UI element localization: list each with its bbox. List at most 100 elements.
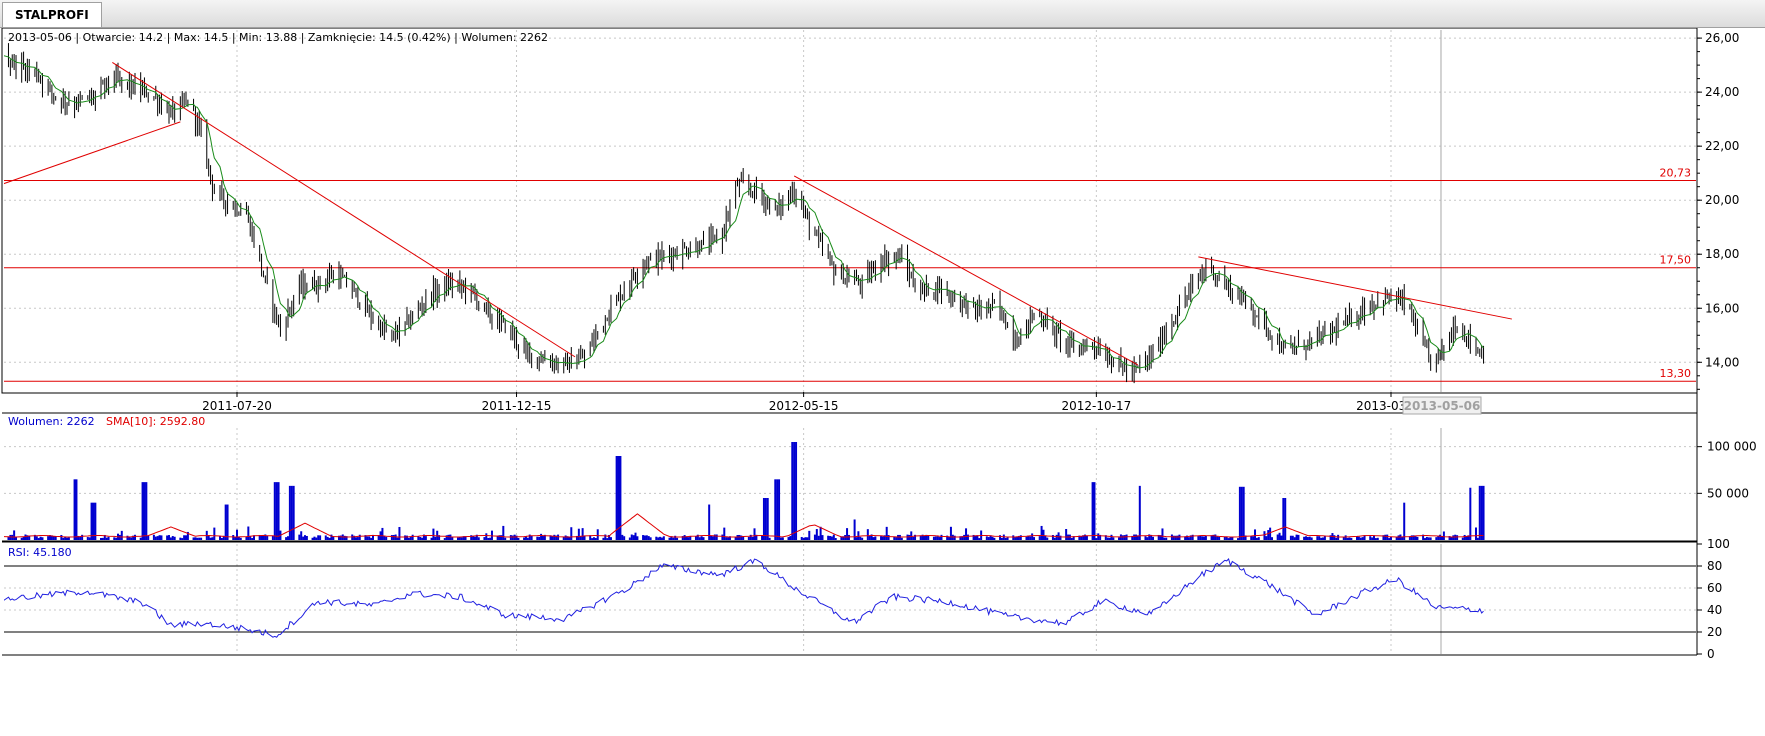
volume-bar (885, 526, 888, 540)
volume-bar (1238, 486, 1241, 540)
volume-bar (1291, 535, 1294, 540)
volume-bar (236, 529, 238, 540)
volume-bar (768, 537, 771, 540)
volume-bar (1161, 528, 1164, 540)
rsi-tick-label: 20 (1707, 625, 1722, 639)
volume-bar (965, 528, 968, 540)
volume-bar (708, 504, 711, 540)
volume-bar (1429, 537, 1432, 540)
volume-bar (152, 534, 155, 540)
volume-bar (711, 536, 714, 540)
volume-bar (39, 536, 42, 540)
volume-bar (530, 535, 533, 540)
volume-bar (405, 535, 408, 540)
x-tick-label: 2011-07-20 (202, 399, 272, 413)
volume-bar (196, 537, 199, 540)
volume-bar (551, 536, 554, 540)
volume-bar (404, 535, 407, 540)
volume-bar (1469, 487, 1472, 540)
volume-bar (430, 537, 433, 540)
volume-bar (1144, 536, 1147, 540)
volume-bar (985, 536, 988, 540)
volume-bar (1278, 532, 1281, 540)
volume-bar (224, 504, 227, 540)
volume-bar (298, 534, 301, 540)
volume-bar (115, 537, 118, 540)
volume-bar (328, 537, 331, 540)
x-tick-label: 2012-10-17 (1061, 399, 1131, 413)
rsi-tick-label: 40 (1707, 603, 1722, 617)
volume-bar (1214, 534, 1217, 540)
volume-bar (606, 538, 609, 540)
volume-bar (523, 537, 526, 540)
volume-bar (143, 482, 146, 540)
volume-bar (1310, 537, 1313, 540)
volume-bar (808, 530, 811, 540)
volume-bar (290, 485, 293, 540)
volume-bar (787, 537, 790, 540)
volume-bar (1080, 536, 1083, 540)
volume-bar (13, 530, 16, 540)
volume-bar (1033, 537, 1036, 540)
volume-bar (417, 536, 420, 540)
volume-bar (806, 537, 809, 540)
volume-bar (1040, 525, 1043, 540)
volume-bar (381, 527, 384, 540)
volume-bar (487, 537, 490, 540)
volume-bar (923, 535, 926, 540)
volume-bar (636, 536, 639, 540)
volume-bar (366, 536, 369, 540)
volume-bar (1121, 535, 1124, 540)
volume-bar (829, 536, 832, 540)
price-tick-label: 24,00 (1705, 85, 1739, 99)
volume-bar (1318, 536, 1321, 540)
volume-bar (35, 536, 38, 540)
volume-bar (305, 535, 308, 540)
volume-bar (647, 536, 650, 540)
volume-bar (302, 536, 305, 540)
volume-bar (1237, 538, 1240, 540)
volume-bar (209, 537, 212, 540)
volume-bar (22, 536, 25, 540)
volume-bar (370, 537, 373, 540)
volume-bar (101, 537, 104, 540)
volume-bar (200, 537, 203, 540)
volume-bar (277, 482, 280, 540)
volume-bar (88, 537, 91, 540)
volume-bar (1057, 532, 1060, 540)
volume-bar (634, 532, 637, 540)
price-tick-label: 16,00 (1705, 301, 1739, 315)
volume-bar (689, 536, 692, 540)
volume-bar (154, 536, 157, 540)
volume-bar (615, 456, 618, 540)
tab-bar: STALPROFI (0, 0, 1765, 28)
volume-bar (1255, 537, 1258, 540)
volume-bar (130, 537, 133, 540)
volume-bar (683, 535, 686, 540)
volume-bar (953, 535, 956, 540)
volume-bar (1014, 537, 1017, 540)
volume-bar (1289, 535, 1292, 540)
tab-stalprofi[interactable]: STALPROFI (2, 2, 102, 27)
volume-bar (880, 536, 883, 540)
volume-bar (169, 537, 172, 540)
volume-bar (358, 534, 361, 540)
volume-bar (1199, 535, 1202, 540)
volume-bar (1025, 536, 1028, 540)
volume-label: Wolumen: 2262 (8, 415, 95, 428)
volume-bar (460, 537, 463, 540)
volume-bar (343, 535, 346, 540)
volume-bar (156, 536, 159, 540)
volume-bar (141, 482, 144, 540)
stock-chart[interactable]: 26,00 24,00 22,00 20,00 18,00 16,00 14,00 20,73… (0, 28, 1765, 732)
volume-bar (1242, 486, 1245, 540)
volume-bar (764, 498, 767, 540)
volume-bar (9, 534, 12, 540)
volume-bar (1280, 535, 1283, 540)
volume-bar (490, 530, 493, 540)
volume-bar (483, 537, 486, 540)
volume-bar (181, 538, 184, 540)
volume-bar (774, 479, 777, 540)
volume-bar (285, 537, 288, 540)
volume-bar (1359, 537, 1362, 540)
